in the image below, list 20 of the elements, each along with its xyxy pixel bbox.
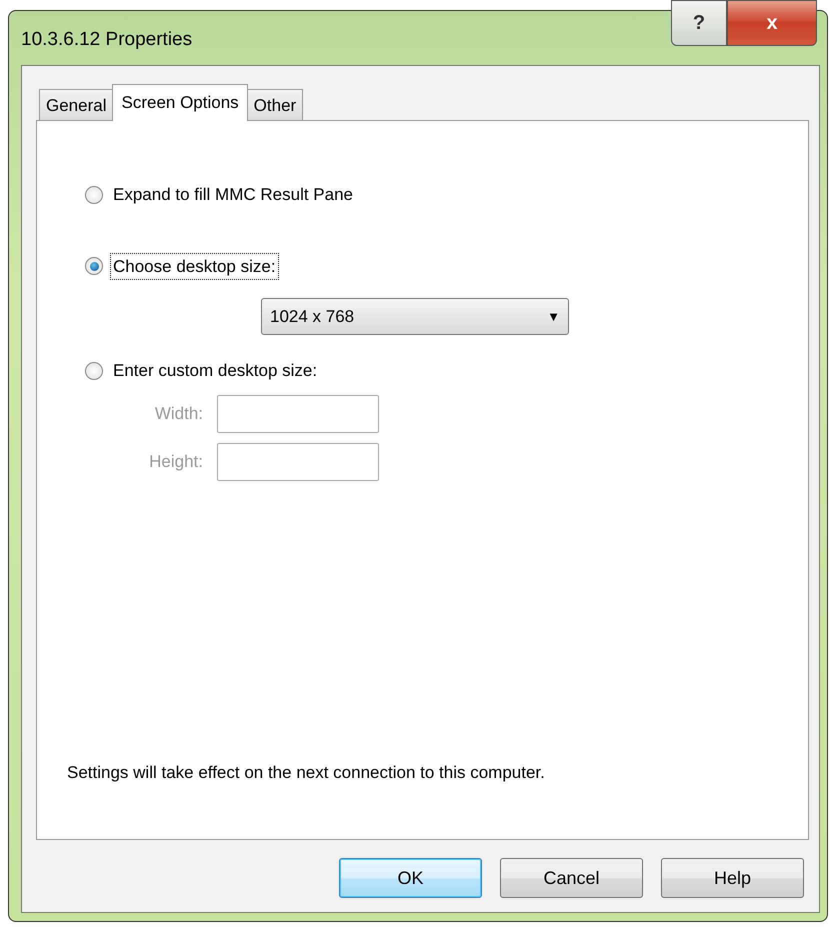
option-label[interactable]: Enter custom desktop size: bbox=[110, 357, 320, 384]
dialog-button[interactable]: Help bbox=[661, 858, 804, 898]
tab[interactable]: Screen Options bbox=[112, 84, 248, 121]
help-button[interactable]: ? bbox=[671, 0, 727, 46]
tab[interactable]: Other bbox=[246, 88, 304, 120]
info-text: Settings will take effect on the next connection to this computer. bbox=[67, 762, 546, 784]
radio-button[interactable] bbox=[85, 257, 103, 276]
size-dropdown[interactable]: 1024 x 768 ▼ bbox=[261, 298, 569, 335]
option-label[interactable]: Choose desktop size: bbox=[110, 252, 279, 280]
option-label[interactable]: Expand to fill MMC Result Pane bbox=[110, 181, 356, 208]
dialog-button[interactable]: OK bbox=[339, 858, 482, 898]
window-title: 10.3.6.12 Properties bbox=[21, 28, 192, 52]
close-button[interactable]: x bbox=[727, 0, 817, 46]
field-label: Width: bbox=[154, 402, 204, 425]
field-label: Height: bbox=[148, 450, 204, 473]
radio-button[interactable] bbox=[85, 362, 103, 380]
radio-button[interactable] bbox=[85, 186, 103, 204]
dropdown-arrow-icon: ▼ bbox=[547, 306, 560, 326]
tab[interactable]: General bbox=[39, 88, 114, 120]
dialog-button[interactable]: Cancel bbox=[500, 858, 643, 898]
